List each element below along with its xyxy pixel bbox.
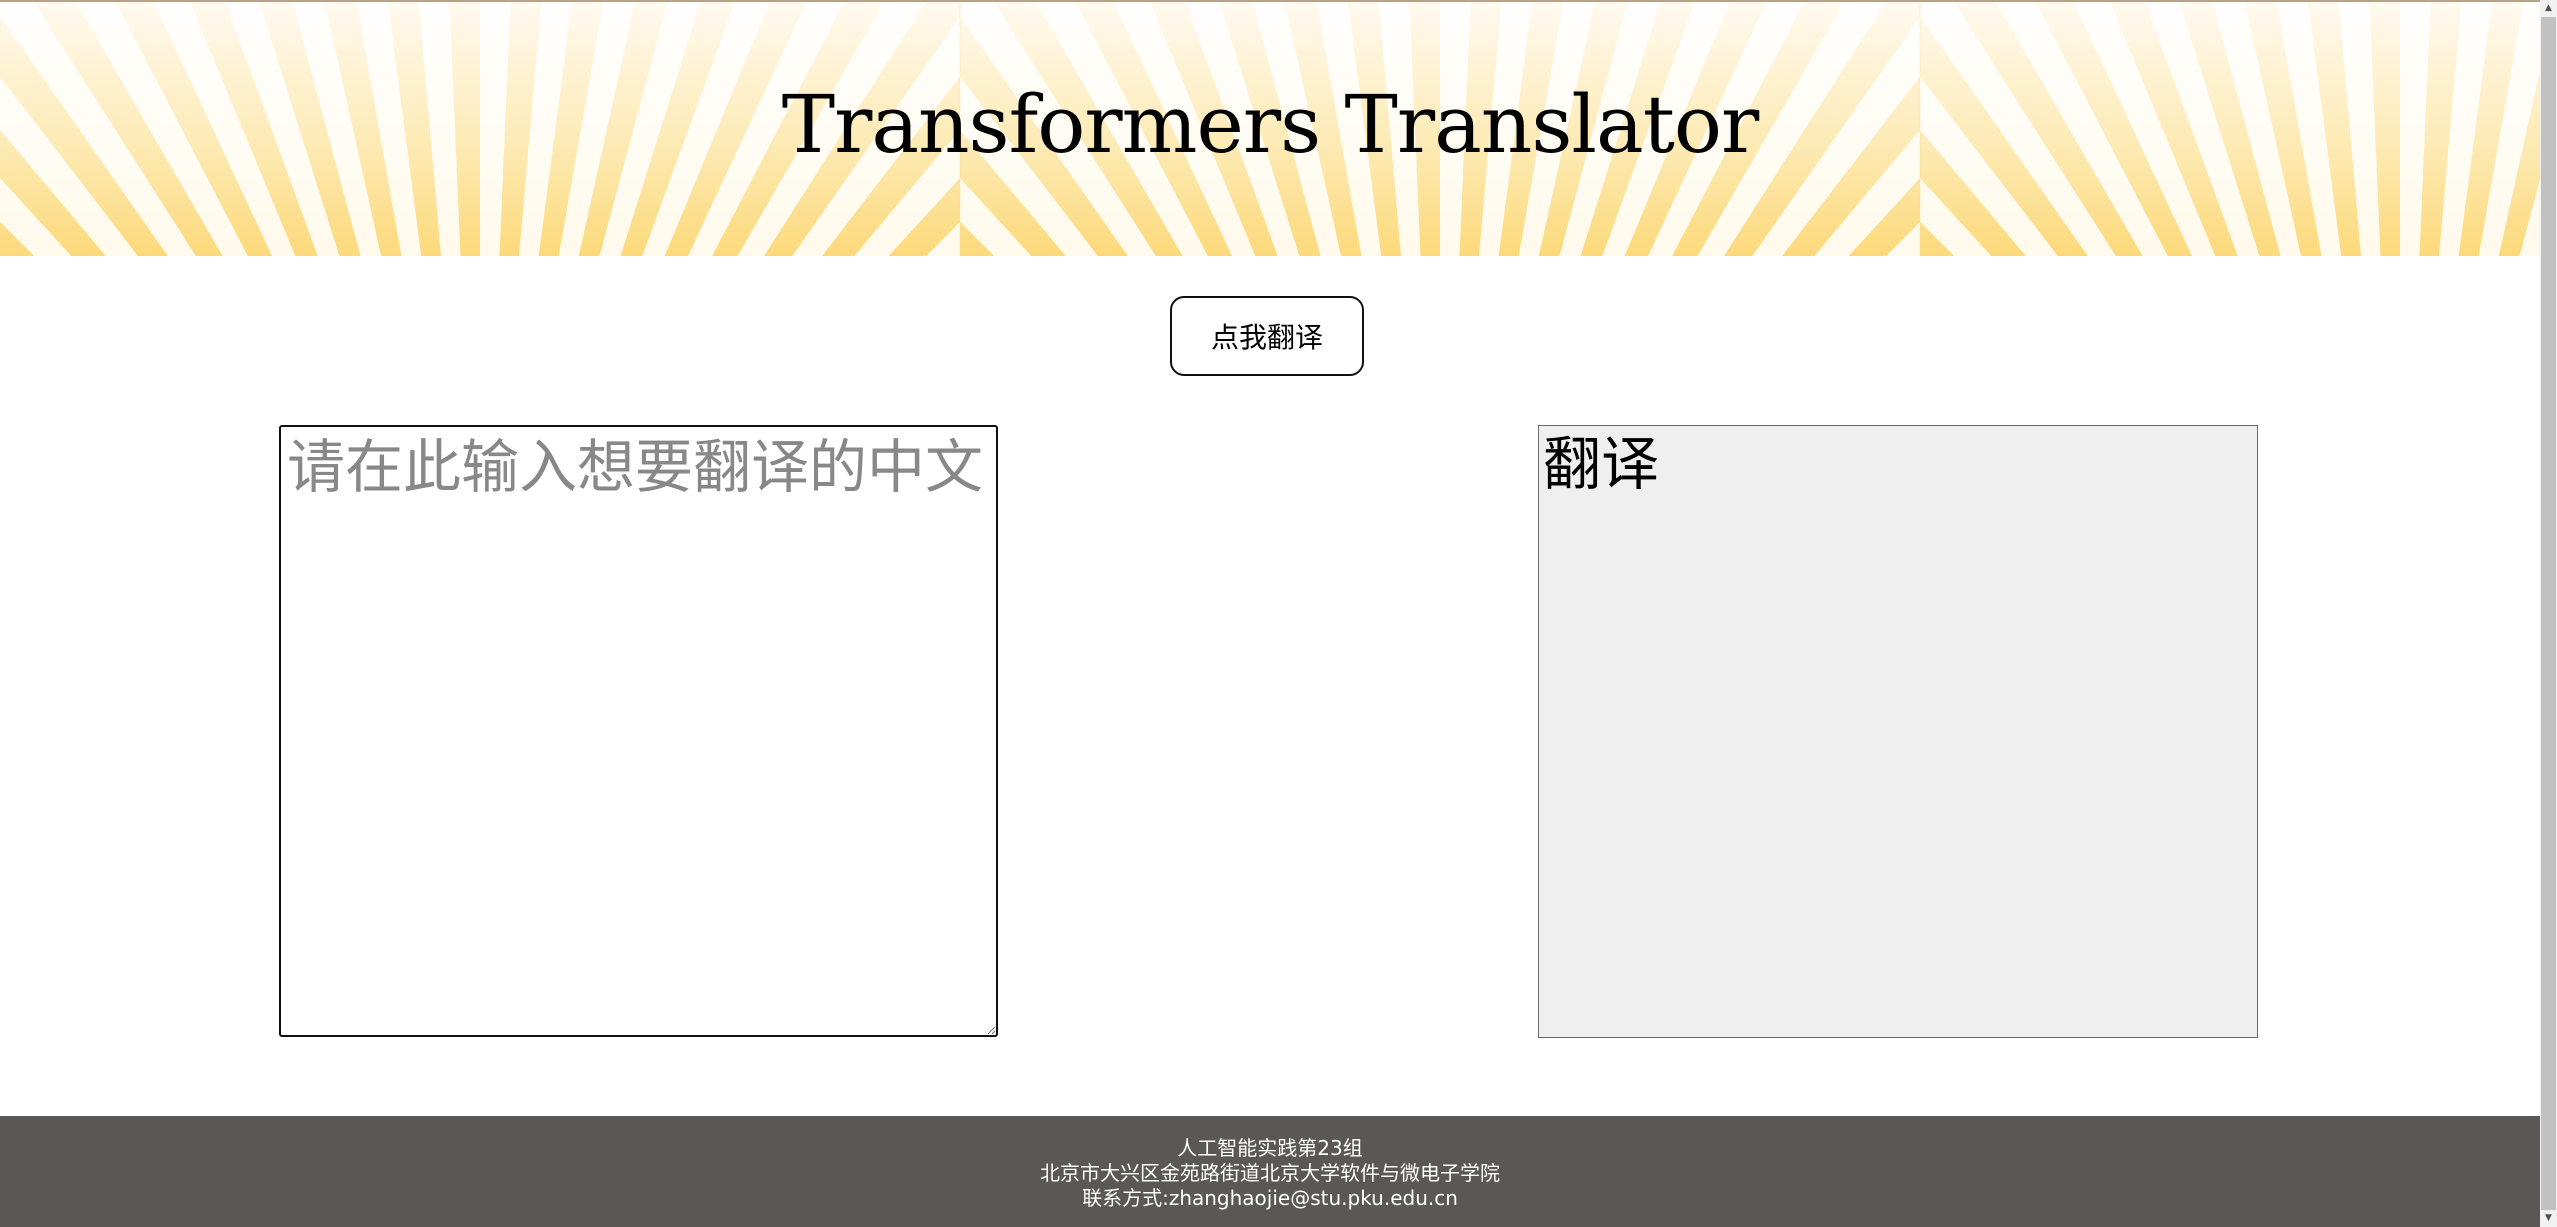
page-title: Transformers Translator: [781, 78, 1760, 171]
translate-button[interactable]: 点我翻译: [1170, 296, 1364, 376]
scroll-down-icon[interactable]: ▼: [2540, 1210, 2557, 1227]
footer-address: 北京市大兴区金苑路街道北京大学软件与微电子学院: [1040, 1161, 1500, 1185]
page: Transformers Translator 点我翻译 翻译 人工智能实践第2…: [0, 0, 2557, 1227]
scrollbar-thumb[interactable]: [2541, 17, 2556, 1210]
chinese-input[interactable]: [279, 425, 998, 1037]
translation-output: 翻译: [1538, 425, 2258, 1038]
header-banner: Transformers Translator: [0, 2, 2540, 256]
scroll-up-icon[interactable]: ▲: [2540, 0, 2557, 17]
footer: 人工智能实践第23组 北京市大兴区金苑路街道北京大学软件与微电子学院 联系方式:…: [0, 1116, 2540, 1227]
footer-group: 人工智能实践第23组: [1177, 1136, 1363, 1160]
footer-contact: 联系方式:zhanghaojie@stu.pku.edu.cn: [1082, 1186, 1458, 1210]
